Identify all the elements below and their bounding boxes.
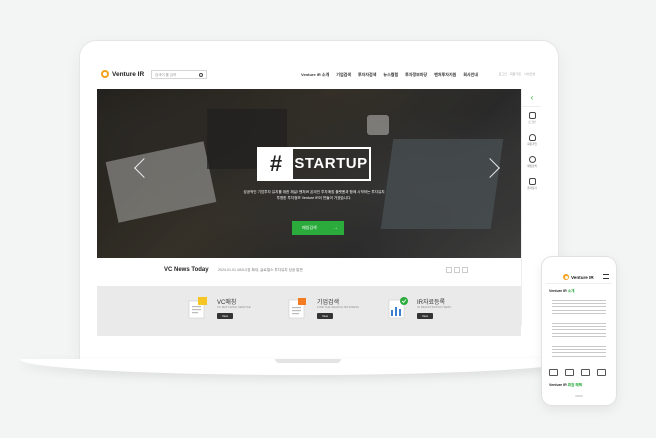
feature-subtitle: FIND THE SEARCH BUSINESS bbox=[317, 306, 360, 309]
magnifier-icon bbox=[528, 156, 536, 163]
mobile-text-block-3 bbox=[552, 346, 606, 359]
mobile-screen: Venture IR Venture IR 소개 Venture IR 회원 혜… bbox=[546, 271, 612, 391]
matching-search-button[interactable]: 매칭검색 → bbox=[292, 221, 344, 235]
mobile-icon-1[interactable] bbox=[549, 369, 558, 376]
news-pause-button[interactable] bbox=[454, 267, 460, 273]
feature-ir-register[interactable]: IR자료등록 IR REGISTRATION SERV. View bbox=[387, 296, 477, 326]
search-icon[interactable] bbox=[199, 72, 203, 77]
feature-title: IR자료등록 bbox=[417, 300, 446, 306]
feature-subtitle: VC MATCHING SERVICE bbox=[217, 306, 251, 309]
hero-desc-line-2: 투명한 투자정보 Venture IR이 만들어 가겠습니다. bbox=[276, 196, 352, 200]
util-join[interactable]: 회원가입 bbox=[510, 72, 521, 76]
site-logo[interactable]: Venture IR bbox=[101, 70, 144, 78]
hash-icon: # bbox=[259, 149, 293, 179]
quick-login-label: 로그인 bbox=[528, 121, 536, 124]
hero-description: 성공적인 기업투자 유치를 위한 채널! 벤처IR 온라인 투자매칭 플랫폼과 … bbox=[217, 189, 411, 201]
search-input[interactable]: 검색어 를 입력 bbox=[151, 70, 207, 79]
mobile-icon-4[interactable] bbox=[597, 369, 606, 376]
feature-vc-matching[interactable]: VC매칭 VC MATCHING SERVICE View bbox=[187, 296, 277, 326]
mobile-logo[interactable]: Venture IR bbox=[563, 274, 594, 280]
person-icon bbox=[528, 134, 536, 141]
matching-search-label: 매칭검색 bbox=[302, 225, 317, 230]
quick-search-label: 매칭검색 bbox=[527, 165, 537, 168]
news-headline[interactable]: 2024.01.01 VAS시장 확대, 글로벌스 투자유치 성공 발판 bbox=[218, 268, 303, 273]
laptop-frame: Venture IR 검색어 를 입력 Venture IR 소개 기업검색 투… bbox=[80, 41, 558, 359]
logo-icon bbox=[563, 274, 569, 280]
laptop-notch bbox=[275, 359, 341, 363]
logo-icon bbox=[101, 70, 109, 78]
quick-bookmark[interactable]: 즐겨찾기 bbox=[522, 173, 541, 195]
nav-item-support[interactable]: 벤처투자지원 bbox=[434, 72, 456, 78]
search-placeholder: 검색어 를 입력 bbox=[155, 73, 177, 77]
mobile-quick-icons bbox=[549, 369, 606, 376]
arrow-right-icon: → bbox=[333, 225, 338, 231]
hero-badge: # STARTUP bbox=[257, 147, 371, 181]
phone-frame: Venture IR Venture IR 소개 Venture IR 회원 혜… bbox=[542, 257, 616, 405]
mobile-section-title-b: 소개 bbox=[567, 289, 575, 293]
feature-subtitle: IR REGISTRATION SERV. bbox=[417, 306, 452, 309]
menu-icon[interactable] bbox=[603, 274, 609, 279]
view-button[interactable]: View bbox=[217, 313, 233, 319]
mobile-icon-2[interactable] bbox=[565, 369, 574, 376]
nav-item-investor-search[interactable]: 투자자검색 bbox=[358, 72, 376, 78]
ir-register-icon bbox=[388, 297, 408, 319]
nav-item-company-search[interactable]: 기업검색 bbox=[336, 72, 351, 78]
quick-bookmark-label: 즐겨찾기 bbox=[527, 187, 537, 190]
feature-title: 기업검색 bbox=[317, 300, 340, 306]
quick-menu: ‹ 로그인 회원가입 매칭검색 즐겨찾기 bbox=[521, 89, 541, 326]
hero-banner: # STARTUP 성공적인 기업투자 유치를 위한 채널! 벤처IR 온라인 … bbox=[97, 89, 521, 258]
logo-text: Venture IR bbox=[112, 70, 145, 78]
mobile-footer-title-b: 회원 혜택 bbox=[567, 383, 583, 387]
news-strip: VC News Today 2024.01.01 VAS시장 확대, 글로벌스 … bbox=[97, 258, 521, 286]
util-links: 로그인 회원가입 사이트맵 bbox=[499, 72, 535, 76]
feature-company-search[interactable]: 기업검색 FIND THE SEARCH BUSINESS View bbox=[287, 296, 377, 326]
quick-join-label: 회원가입 bbox=[527, 143, 537, 146]
mobile-text-block-1 bbox=[552, 300, 606, 316]
news-next-button[interactable] bbox=[462, 267, 468, 273]
quick-login[interactable]: 로그인 bbox=[522, 107, 541, 129]
news-prev-button[interactable] bbox=[446, 267, 452, 273]
mobile-section-title: Venture IR 소개 bbox=[549, 289, 574, 294]
desktop-screen: Venture IR 검색어 를 입력 Venture IR 소개 기업검색 투… bbox=[97, 62, 541, 340]
chevron-left-icon[interactable]: ‹ bbox=[522, 89, 541, 107]
mobile-footer-title-a: Venture IR bbox=[549, 383, 568, 387]
nav-item-about[interactable]: Venture IR 소개 bbox=[301, 72, 329, 78]
nav-item-invest-info[interactable]: 투자정보마당 bbox=[405, 72, 427, 78]
quick-search[interactable]: 매칭검색 bbox=[522, 151, 541, 173]
mobile-text-block-2 bbox=[552, 323, 606, 339]
site-header: Venture IR 검색어 를 입력 Venture IR 소개 기업검색 투… bbox=[97, 62, 541, 88]
feature-row: VC매칭 VC MATCHING SERVICE View 기업검색 FIND … bbox=[97, 286, 521, 336]
view-button[interactable]: View bbox=[417, 313, 433, 319]
mobile-footer-title: Venture IR 회원 혜택 bbox=[549, 383, 582, 388]
phone-home-indicator bbox=[575, 395, 583, 397]
util-sitemap[interactable]: 사이트맵 bbox=[524, 72, 535, 76]
view-button[interactable]: View bbox=[317, 313, 333, 319]
divider bbox=[546, 283, 612, 284]
bookmark-icon bbox=[528, 178, 536, 185]
util-login[interactable]: 로그인 bbox=[499, 72, 507, 76]
company-search-icon bbox=[288, 298, 306, 319]
main-nav: Venture IR 소개 기업검색 투자자검색 뉴스컬럼 투자정보마당 벤처투… bbox=[301, 72, 478, 78]
nav-item-news[interactable]: 뉴스컬럼 bbox=[383, 72, 398, 78]
lock-icon bbox=[528, 112, 536, 119]
nav-item-company[interactable]: 회사안내 bbox=[463, 72, 478, 78]
hero-title: STARTUP bbox=[294, 155, 368, 172]
news-title: VC News Today bbox=[164, 267, 209, 273]
mobile-section-title-a: Venture IR bbox=[549, 289, 568, 293]
mobile-icon-3[interactable] bbox=[581, 369, 590, 376]
vc-matching-icon bbox=[188, 297, 207, 319]
quick-join[interactable]: 회원가입 bbox=[522, 129, 541, 151]
news-controls bbox=[446, 267, 468, 273]
feature-title: VC매칭 bbox=[217, 300, 237, 306]
mobile-logo-text: Venture IR bbox=[571, 274, 594, 280]
